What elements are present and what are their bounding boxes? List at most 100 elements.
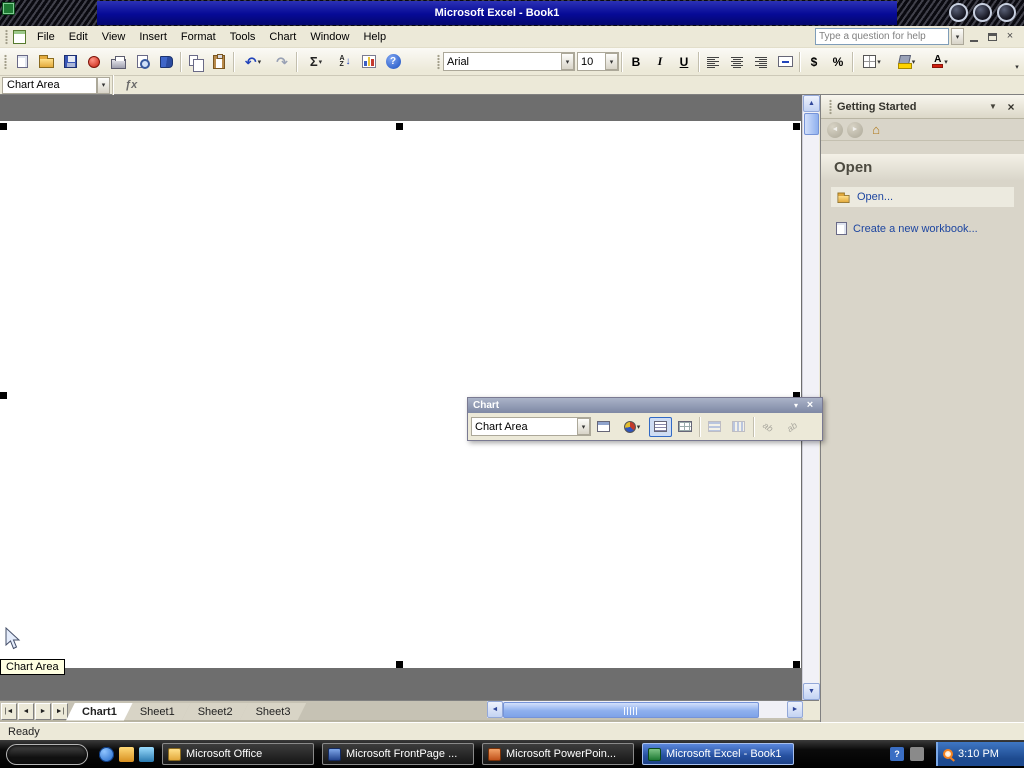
vertical-scrollbar-thumb[interactable] xyxy=(804,113,819,135)
insert-function-button[interactable]: ƒx xyxy=(125,79,137,91)
sort-ascending-button[interactable]: AZ ↓ xyxy=(333,51,357,73)
help-button[interactable]: ? xyxy=(381,51,405,73)
name-box[interactable] xyxy=(2,76,97,94)
by-column-button[interactable] xyxy=(727,417,750,437)
menu-file[interactable]: File xyxy=(30,28,62,46)
by-row-button[interactable] xyxy=(703,417,726,437)
window-minimize-button[interactable] xyxy=(949,3,968,22)
window-maximize-button[interactable] xyxy=(973,3,992,22)
menu-tools[interactable]: Tools xyxy=(223,28,263,46)
chart-toolbar-options-icon[interactable]: ▾ xyxy=(789,401,803,410)
internet-explorer-icon[interactable] xyxy=(99,746,114,762)
name-box-input[interactable] xyxy=(3,79,96,91)
open-file-item[interactable]: Open... xyxy=(831,187,1014,207)
bold-button[interactable]: B xyxy=(624,51,648,73)
task-pane-dropdown-icon[interactable]: ▼ xyxy=(985,102,1001,111)
legend-button[interactable] xyxy=(649,416,672,437)
scroll-down-button[interactable]: ▼ xyxy=(803,683,820,700)
task-pane-home-icon[interactable]: ⌂ xyxy=(867,122,885,138)
sheet-tab-sheet2[interactable]: Sheet2 xyxy=(182,703,249,721)
angle-clockwise-button[interactable]: ab xyxy=(757,417,780,437)
undo-button[interactable]: ↶ ▾ xyxy=(236,51,270,73)
align-right-button[interactable] xyxy=(749,51,773,73)
paste-button[interactable] xyxy=(207,51,231,73)
horizontal-scrollbar-thumb[interactable] xyxy=(503,701,759,718)
scroll-up-button[interactable]: ▲ xyxy=(803,95,820,112)
toolbar-options-button[interactable]: ▾ xyxy=(1010,51,1023,73)
chart-type-button[interactable]: ▾ xyxy=(616,417,648,437)
taskbar-button-excel[interactable]: Microsoft Excel - Book1 xyxy=(642,743,794,765)
formatting-toolbar-grip[interactable] xyxy=(437,53,440,70)
new-button[interactable] xyxy=(10,51,34,73)
menu-view[interactable]: View xyxy=(95,28,133,46)
chart-object-dropdown-icon[interactable]: ▾ xyxy=(577,418,590,435)
format-selection-button[interactable] xyxy=(592,417,615,437)
align-left-button[interactable] xyxy=(701,51,725,73)
chart-toolbar-close-button[interactable]: × xyxy=(803,400,817,411)
font-size-dropdown-icon[interactable]: ▾ xyxy=(605,53,618,70)
create-workbook-item[interactable]: Create a new workbook... xyxy=(831,222,1014,235)
task-pane-close-button[interactable]: × xyxy=(1003,100,1019,114)
taskbar-button-office[interactable]: Microsoft Office xyxy=(162,743,314,765)
task-pane-grip[interactable] xyxy=(829,98,832,115)
permission-button[interactable] xyxy=(82,51,106,73)
chart-toolbar-titlebar[interactable]: Chart ▾ × xyxy=(468,398,822,413)
merge-center-button[interactable] xyxy=(773,51,797,73)
quick-launch-icon[interactable] xyxy=(139,746,154,762)
font-size-combo[interactable]: ▾ xyxy=(577,52,619,71)
autosum-button[interactable]: Σ ▾ xyxy=(299,51,333,73)
horizontal-scrollbar[interactable]: ◄ ► xyxy=(487,701,803,718)
save-button[interactable] xyxy=(58,51,82,73)
font-name-dropdown-icon[interactable]: ▾ xyxy=(561,53,574,70)
font-name-input[interactable] xyxy=(444,54,561,69)
chart-object-input[interactable] xyxy=(472,419,577,434)
task-pane-forward-icon[interactable]: ► xyxy=(847,121,863,138)
copy-button[interactable] xyxy=(183,51,207,73)
data-table-button[interactable] xyxy=(673,417,696,437)
chart-area-canvas[interactable] xyxy=(0,121,801,668)
menu-window[interactable]: Window xyxy=(303,28,356,46)
next-sheet-button[interactable]: ► xyxy=(35,703,51,720)
standard-toolbar-grip[interactable] xyxy=(4,53,7,70)
taskbar-button-powerpoint[interactable]: Microsoft PowerPoin... xyxy=(482,743,634,765)
percent-button[interactable]: % xyxy=(826,51,850,73)
menu-edit[interactable]: Edit xyxy=(62,28,95,46)
name-box-dropdown-icon[interactable]: ▾ xyxy=(97,76,110,94)
workbook-close-button[interactable]: × xyxy=(1002,30,1018,44)
selection-handle-top-right[interactable] xyxy=(793,123,800,130)
help-question-dropdown-icon[interactable]: ▾ xyxy=(951,28,964,45)
open-button[interactable] xyxy=(34,51,58,73)
font-name-combo[interactable]: ▾ xyxy=(443,52,575,71)
chart-floating-toolbar[interactable]: Chart ▾ × ▾ ▾ ab ab xyxy=(467,397,823,441)
align-center-button[interactable] xyxy=(725,51,749,73)
currency-button[interactable]: $ xyxy=(802,51,826,73)
menu-help[interactable]: Help xyxy=(356,28,393,46)
angle-counterclockwise-button[interactable]: ab xyxy=(781,417,804,437)
sheet-tab-sheet1[interactable]: Sheet1 xyxy=(124,703,191,721)
research-button[interactable] xyxy=(154,51,178,73)
sheet-tab-chart1[interactable]: Chart1 xyxy=(66,703,133,721)
previous-sheet-button[interactable]: ◄ xyxy=(18,703,34,720)
tray-help-icon[interactable]: ? xyxy=(890,747,904,761)
task-pane-back-icon[interactable]: ◄ xyxy=(827,121,843,138)
redo-button[interactable]: ↷ xyxy=(270,51,294,73)
underline-button[interactable]: U xyxy=(672,51,696,73)
sheet-tab-sheet3[interactable]: Sheet3 xyxy=(240,703,307,721)
menu-chart[interactable]: Chart xyxy=(262,28,303,46)
scroll-left-button[interactable]: ◄ xyxy=(487,701,503,718)
taskbar-clock[interactable]: 3:10 PM xyxy=(936,742,1024,766)
quick-launch-icon[interactable] xyxy=(119,746,134,762)
window-close-button[interactable] xyxy=(997,3,1016,22)
last-sheet-button[interactable]: ►| xyxy=(52,703,68,720)
italic-button[interactable]: I xyxy=(648,51,672,73)
start-button[interactable] xyxy=(6,743,88,765)
scroll-right-button[interactable]: ► xyxy=(787,701,803,718)
fill-color-button[interactable]: ▾ xyxy=(889,51,923,73)
selection-handle-bottom-center[interactable] xyxy=(396,661,403,668)
first-sheet-button[interactable]: |◄ xyxy=(1,703,17,720)
workbook-restore-button[interactable] xyxy=(984,30,1000,44)
font-color-button[interactable]: A ▾ xyxy=(923,51,957,73)
selection-handle-bottom-right[interactable] xyxy=(793,661,800,668)
selection-handle-top-left[interactable] xyxy=(0,123,7,130)
taskbar-button-frontpage[interactable]: Microsoft FrontPage ... xyxy=(322,743,474,765)
